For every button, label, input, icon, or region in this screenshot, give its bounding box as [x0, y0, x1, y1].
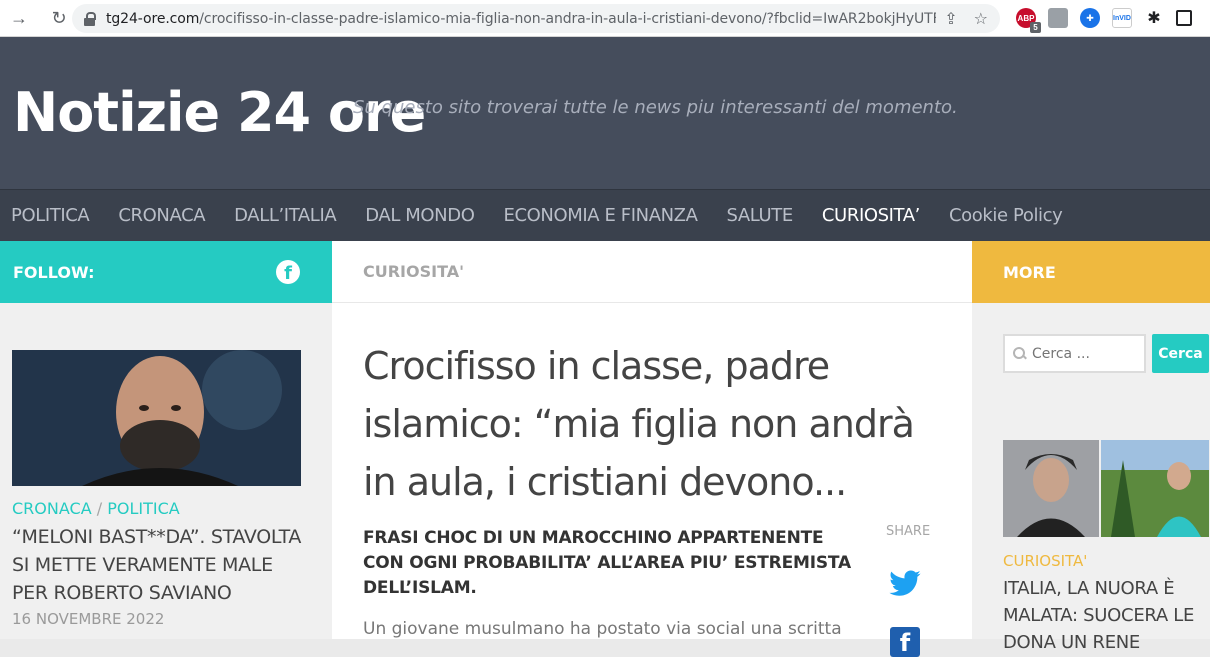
- search-button[interactable]: Cerca: [1152, 334, 1209, 373]
- share-icon[interactable]: ⇪: [944, 9, 957, 29]
- address-bar[interactable]: tg24-ore.com/crocifisso-in-classe-padre-…: [72, 4, 1000, 33]
- site-tagline: Su questo sito troverai tutte le news pi…: [353, 97, 958, 118]
- share-label: SHARE: [886, 524, 931, 539]
- globe-extension-icon[interactable]: ✚: [1080, 8, 1100, 28]
- image-extension-icon[interactable]: [1048, 8, 1068, 28]
- url-text[interactable]: tg24-ore.com/crocifisso-in-classe-padre-…: [106, 11, 936, 27]
- follow-label: FOLLOW:: [13, 262, 95, 282]
- lock-icon: [84, 11, 96, 26]
- category-separator: /: [96, 499, 103, 518]
- nav-politica[interactable]: POLITICA: [11, 205, 90, 226]
- search-input[interactable]: [1032, 345, 1132, 362]
- facebook-share-icon[interactable]: f: [890, 627, 920, 657]
- search-form: [1003, 334, 1146, 373]
- thumbnail-left-photo: [1003, 440, 1099, 537]
- url-host: tg24-ore.com: [106, 10, 200, 27]
- invid-label: InVID: [1113, 14, 1131, 22]
- facebook-icon[interactable]: f: [276, 260, 300, 284]
- post-categories: CRONACA / POLITICA: [12, 499, 180, 518]
- twitter-icon[interactable]: [888, 567, 922, 601]
- bookmark-star-icon[interactable]: ☆: [974, 9, 988, 29]
- follow-bar: FOLLOW: f: [0, 241, 332, 303]
- nav-salute[interactable]: SALUTE: [727, 205, 794, 226]
- search-icon: [1013, 346, 1027, 361]
- nav-cookie-policy[interactable]: Cookie Policy: [949, 205, 1063, 226]
- woman-photo: [1003, 440, 1099, 537]
- category-link-cronaca[interactable]: CRONACA: [12, 499, 92, 518]
- thumbnail-right-photo: [1101, 440, 1209, 537]
- more-bar: MORE: [972, 241, 1210, 303]
- reload-icon[interactable]: ↻: [46, 5, 72, 31]
- post-title-link[interactable]: “MELONI BAST**DA”. STAVOLTA SI METTE VER…: [12, 523, 312, 607]
- puzzle-extensions-icon[interactable]: ✱: [1144, 8, 1164, 28]
- more-label: MORE: [1003, 262, 1056, 282]
- nav-dal-mondo[interactable]: DAL MONDO: [365, 205, 475, 226]
- article-title: Crocifisso in classe, padre islamico: “m…: [363, 344, 915, 504]
- sidebar-post-title[interactable]: ITALIA, LA NUORA È MALATA: SUOCERA LE DO…: [1003, 575, 1203, 656]
- article-body: Un giovane musulmano ha postato via soci…: [363, 619, 842, 639]
- browser-toolbar: → ↻ tg24-ore.com/crocifisso-in-classe-pa…: [0, 0, 1210, 37]
- invid-extension-icon[interactable]: InVID: [1112, 8, 1132, 28]
- adblock-extension-icon[interactable]: ABP 5: [1016, 8, 1041, 33]
- nav-economia-finanza[interactable]: ECONOMIA E FINANZA: [503, 205, 697, 226]
- article-lead: FRASI CHOC DI UN MAROCCHINO APPARTENENTE…: [363, 528, 851, 598]
- sidebar-post-category[interactable]: CURIOSITA': [1003, 552, 1087, 570]
- post-date: 16 NOVEMBRE 2022: [12, 610, 165, 628]
- url-path: /crocifisso-in-classe-padre-islamico-mia…: [199, 10, 936, 27]
- category-heading: CURIOSITA': [363, 262, 465, 281]
- left-sidebar: CRONACA / POLITICA “MELONI BAST**DA”. ST…: [0, 303, 332, 639]
- category-heading-bar: CURIOSITA': [332, 241, 972, 303]
- right-sidebar: Cerca CURIOSITA' ITALIA, LA NUORA È MALA…: [972, 303, 1210, 653]
- forward-arrow-icon[interactable]: →: [6, 5, 32, 31]
- nav-dallitalia[interactable]: DALL’ITALIA: [234, 205, 337, 226]
- nav-cronaca[interactable]: CRONACA: [118, 205, 205, 226]
- site-header: Notizie 24 ore Su questo sito troverai t…: [0, 37, 1210, 189]
- sidebar-post-thumbnail[interactable]: [1003, 440, 1209, 537]
- nav-curiosita[interactable]: CURIOSITA’: [822, 205, 921, 226]
- main-navigation: POLITICA CRONACA DALL’ITALIA DAL MONDO E…: [0, 189, 1210, 241]
- portrait-image: [12, 350, 301, 486]
- woman-outdoor-photo: [1101, 440, 1209, 537]
- side-panel-icon[interactable]: [1176, 10, 1192, 26]
- post-thumbnail[interactable]: [12, 350, 301, 486]
- abp-badge: 5: [1030, 22, 1041, 33]
- category-link-politica[interactable]: POLITICA: [107, 499, 179, 518]
- article-content: Crocifisso in classe, padre islamico: “m…: [332, 303, 972, 657]
